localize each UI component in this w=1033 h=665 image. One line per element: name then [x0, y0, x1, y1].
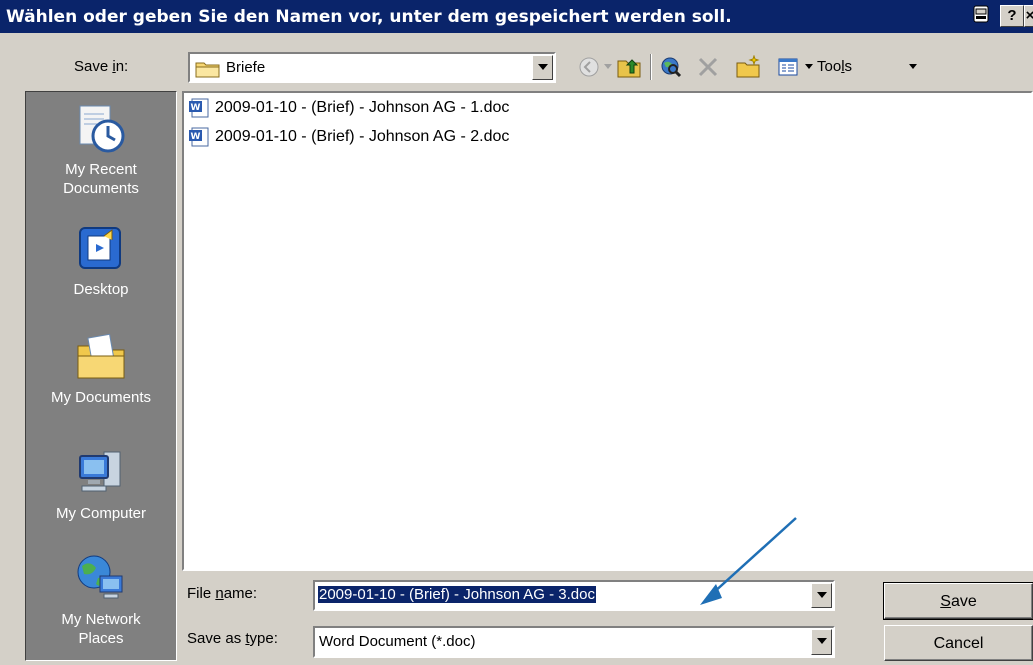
save-as-type-select[interactable]: Word Document (*.doc) — [313, 626, 835, 658]
save-in-combo[interactable]: Briefe — [188, 52, 556, 83]
toolbar-separator — [650, 54, 652, 80]
dialog-title: Wählen oder geben Sie den Namen vor, unt… — [6, 7, 732, 27]
place-label: My Documents — [50, 389, 152, 406]
title-bar: Wählen oder geben Sie den Namen vor, unt… — [0, 0, 1033, 33]
svg-text:W: W — [191, 132, 201, 142]
recent-documents-icon — [74, 102, 128, 156]
views-dropdown-icon[interactable] — [805, 64, 813, 69]
help-button[interactable]: ? — [1000, 5, 1024, 27]
new-folder-icon[interactable] — [735, 54, 760, 79]
save-as-type-label: Save as type: — [187, 630, 278, 647]
file-list[interactable]: W 2009-01-10 - (Brief) - Johnson AG - 1.… — [182, 91, 1033, 571]
cancel-button[interactable]: Cancel — [884, 625, 1033, 661]
folder-icon — [195, 59, 221, 83]
tools-dropdown-icon[interactable] — [909, 64, 917, 69]
save-in-label: Save in: — [74, 58, 129, 75]
file-name: 2009-01-10 - (Brief) - Johnson AG - 1.do… — [215, 99, 510, 116]
place-label-line2: Places — [78, 630, 124, 647]
place-label: Desktop — [73, 281, 129, 298]
views-icon[interactable] — [777, 55, 801, 79]
places-bar: My Recent Documents Desktop My Documents… — [25, 91, 177, 661]
svg-text:W: W — [191, 103, 201, 113]
search-web-icon[interactable] — [658, 55, 682, 79]
place-my-documents[interactable]: My Documents — [26, 330, 176, 407]
place-label: My Recent — [65, 161, 137, 178]
place-label: My Network — [61, 611, 141, 628]
save-as-dialog: Wählen oder geben Sie den Namen vor, unt… — [0, 0, 1033, 665]
print-icon[interactable] — [969, 3, 993, 25]
file-name-value: 2009-01-10 - (Brief) - Johnson AG - 3.do… — [318, 586, 596, 603]
back-dropdown-icon[interactable] — [604, 64, 612, 69]
word-document-icon: W — [188, 98, 210, 118]
place-my-recent-documents[interactable]: My Recent Documents — [26, 102, 176, 198]
my-computer-icon — [74, 446, 128, 500]
place-my-computer[interactable]: My Computer — [26, 446, 176, 523]
network-places-icon — [74, 552, 128, 606]
my-documents-icon — [74, 330, 128, 384]
file-name-field[interactable]: 2009-01-10 - (Brief) - Johnson AG - 3.do… — [313, 580, 835, 611]
tools-menu[interactable]: Tools — [817, 58, 852, 75]
chevron-down-icon[interactable] — [532, 55, 553, 80]
word-document-icon: W — [188, 127, 210, 147]
delete-icon[interactable] — [696, 55, 720, 79]
place-desktop[interactable]: Desktop — [26, 222, 176, 299]
save-as-type-value: Word Document (*.doc) — [319, 633, 476, 650]
place-label-line2: Documents — [63, 180, 139, 197]
desktop-icon — [74, 222, 128, 276]
close-button[interactable]: × — [1024, 5, 1033, 27]
place-label: My Computer — [55, 505, 147, 522]
chevron-down-icon[interactable] — [811, 583, 832, 608]
file-name-label: File name: — [187, 585, 258, 602]
up-folder-icon[interactable] — [616, 55, 641, 79]
save-button[interactable]: Save — [883, 582, 1033, 620]
file-name: 2009-01-10 - (Brief) - Johnson AG - 2.do… — [215, 128, 510, 145]
place-my-network-places[interactable]: My Network Places — [26, 552, 176, 648]
chevron-down-icon[interactable] — [811, 629, 832, 655]
back-icon[interactable] — [577, 55, 601, 79]
save-in-value: Briefe — [226, 59, 266, 76]
